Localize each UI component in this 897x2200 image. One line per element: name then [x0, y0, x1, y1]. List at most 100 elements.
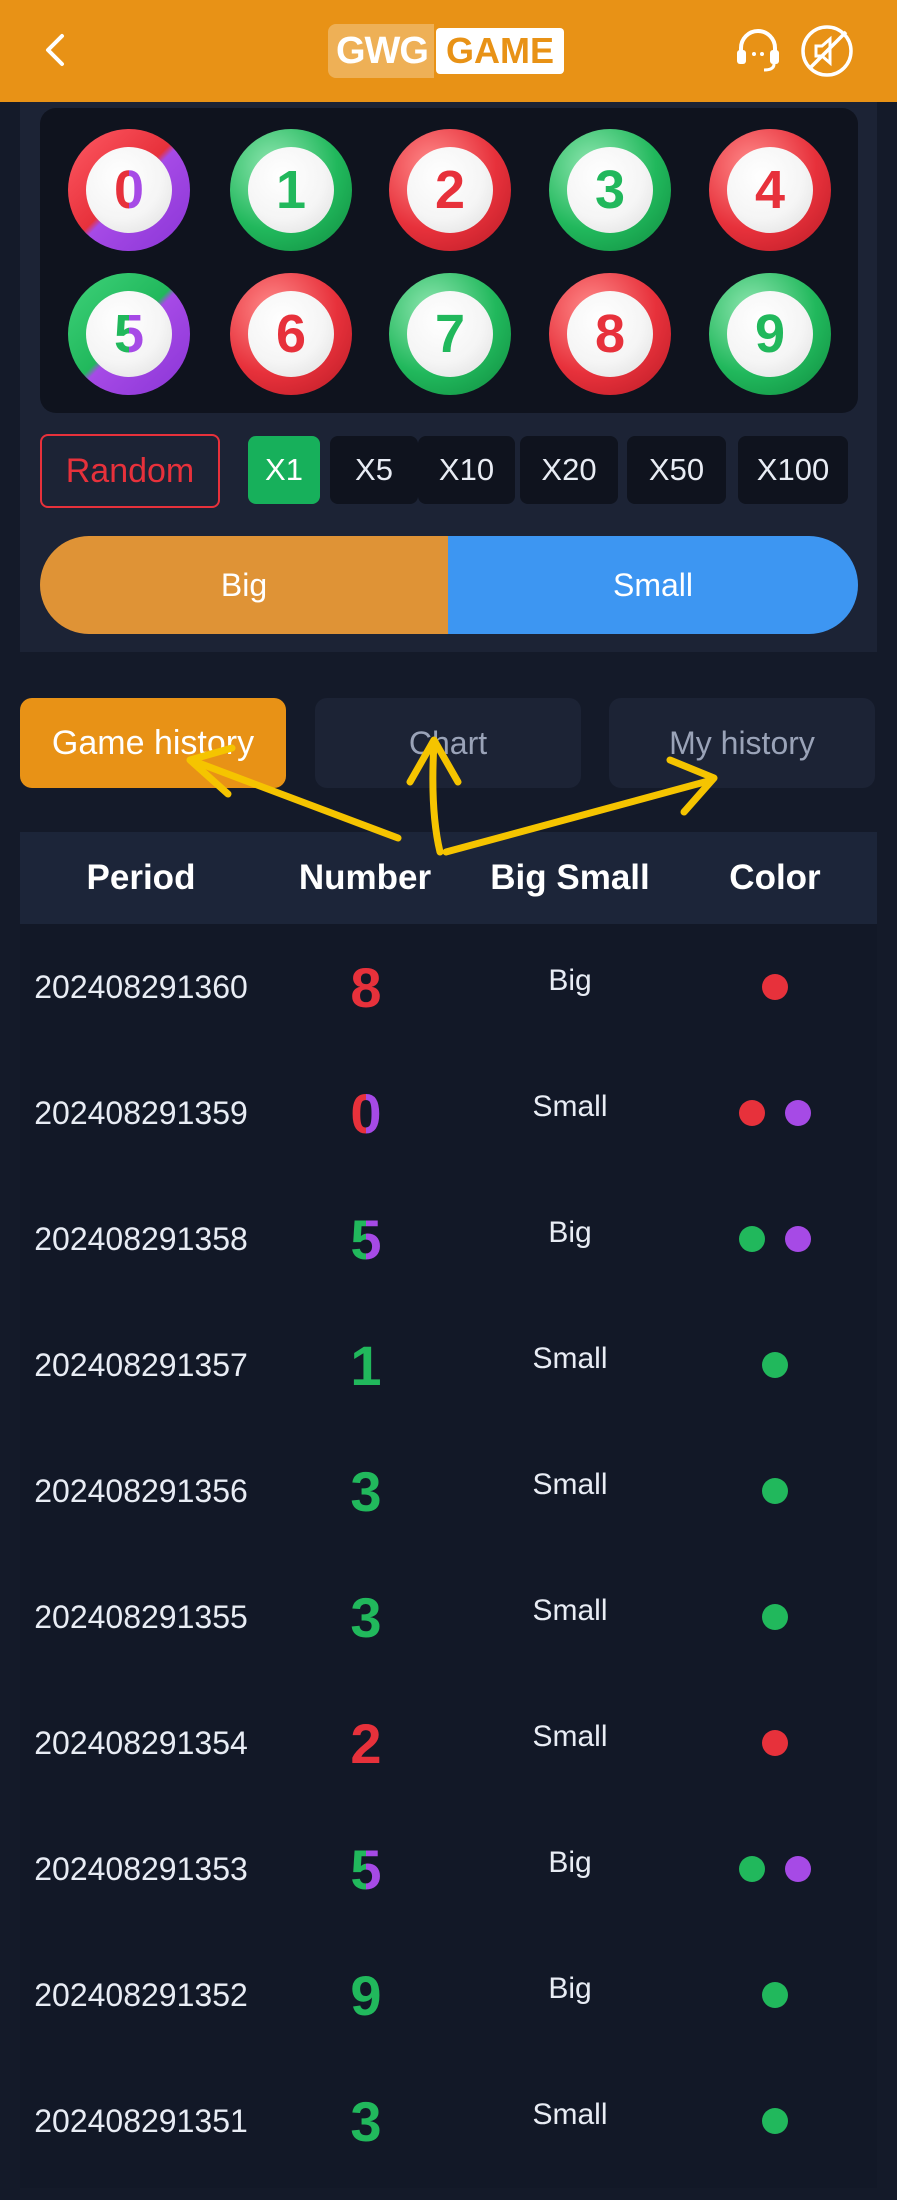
big-small-cell: Small — [532, 1342, 608, 1375]
result-number: 2 — [350, 1711, 382, 1775]
period-cell: 202408291360 — [34, 968, 248, 1005]
number-ball-8[interactable]: 8 — [549, 273, 671, 395]
result-number: 9 — [350, 1963, 382, 2027]
color-cell — [690, 924, 860, 1050]
result-number: 3 — [350, 1585, 382, 1649]
period-cell: 202408291353 — [34, 1850, 248, 1887]
number-cell: 5 — [286, 1176, 446, 1302]
app-logo: GWG GAME — [328, 24, 568, 78]
big-small-cell: Big — [548, 1216, 592, 1249]
number-cell: 0 — [286, 1050, 446, 1176]
table-row: 202408291358 5 Big — [20, 1176, 877, 1302]
red-dot — [762, 1730, 788, 1756]
logo-word: GAME — [435, 28, 564, 74]
ball-number: 9 — [754, 304, 786, 364]
table-header: Period Number Big Small Color — [20, 832, 877, 924]
color-cell — [690, 1176, 860, 1302]
table-row: 202408291357 1 Small — [20, 1302, 877, 1428]
color-cell — [690, 1806, 860, 1932]
table-row: 202408291352 9 Big — [20, 1932, 877, 2058]
green-dot — [762, 1604, 788, 1630]
tab-my-history[interactable]: My history — [609, 698, 875, 788]
headset-icon[interactable] — [732, 24, 784, 76]
number-cell: 3 — [286, 2058, 446, 2184]
big-small-cell: Small — [532, 1594, 608, 1627]
green-dot — [739, 1856, 765, 1882]
number-cell: 3 — [286, 1554, 446, 1680]
multiplier-x5-button[interactable]: X5 — [330, 436, 418, 504]
big-small-cell: Small — [532, 1090, 608, 1123]
multiplier-x50-button[interactable]: X50 — [627, 436, 726, 504]
big-button[interactable]: Big — [40, 536, 448, 634]
sound-off-icon[interactable] — [798, 22, 856, 80]
color-cell — [690, 1554, 860, 1680]
number-ball-9[interactable]: 9 — [709, 273, 831, 395]
multiplier-x1-button[interactable]: X1 — [248, 436, 320, 504]
color-cell — [690, 1428, 860, 1554]
number-ball-6[interactable]: 6 — [230, 273, 352, 395]
table-row: 202408291356 3 Small — [20, 1428, 877, 1554]
period-cell: 202408291359 — [34, 1094, 248, 1131]
ball-number: 3 — [594, 160, 626, 220]
top-bar: GWG GAME — [0, 0, 897, 102]
big-small-cell: Big — [548, 1972, 592, 2005]
ball-number: 7 — [434, 304, 466, 364]
number-cell: 9 — [286, 1932, 446, 2058]
color-cell — [690, 1302, 860, 1428]
green-dot — [762, 1352, 788, 1378]
violet-dot — [785, 1226, 811, 1252]
big-small-cell: Small — [532, 2098, 608, 2131]
number-ball-2[interactable]: 2 — [389, 129, 511, 251]
result-number: 5 — [350, 1837, 382, 1901]
red-dot — [739, 1100, 765, 1126]
number-cell: 1 — [286, 1302, 446, 1428]
small-button[interactable]: Small — [448, 536, 858, 634]
period-cell: 202408291358 — [34, 1220, 248, 1257]
number-cell: 2 — [286, 1680, 446, 1806]
big-small-bar: Big Small — [40, 536, 858, 634]
table-row: 202408291351 3 Small — [20, 2058, 877, 2184]
result-number: 0 — [350, 1081, 382, 1145]
table-row: 202408291360 8 Big — [20, 924, 877, 1050]
header-number: Number — [298, 858, 432, 897]
result-number: 8 — [350, 955, 382, 1019]
ball-number: 5 — [113, 304, 145, 364]
table-row: 202408291355 3 Small — [20, 1554, 877, 1680]
ball-number: 4 — [754, 160, 786, 220]
result-number: 3 — [350, 2089, 382, 2153]
big-small-cell: Big — [548, 1846, 592, 1879]
number-ball-4[interactable]: 4 — [709, 129, 831, 251]
header-big-small: Big Small — [490, 858, 650, 897]
number-ball-0[interactable]: 0 — [68, 129, 190, 251]
tab-game-history[interactable]: Game history — [20, 698, 286, 788]
multiplier-x10-button[interactable]: X10 — [418, 436, 515, 504]
number-ball-1[interactable]: 1 — [230, 129, 352, 251]
tab-chart[interactable]: Chart — [315, 698, 581, 788]
ball-number: 8 — [594, 304, 626, 364]
period-cell: 202408291351 — [34, 2102, 248, 2139]
multiplier-x100-button[interactable]: X100 — [738, 436, 848, 504]
result-number: 3 — [350, 1459, 382, 1523]
ball-number: 0 — [113, 160, 145, 220]
color-cell — [690, 1680, 860, 1806]
color-cell — [690, 2058, 860, 2184]
table-row: 202408291359 0 Small — [20, 1050, 877, 1176]
green-dot — [762, 1982, 788, 2008]
big-small-cell: Small — [532, 1468, 608, 1501]
color-cell — [690, 1932, 860, 2058]
ball-number: 1 — [275, 160, 307, 220]
table-row: 202408291353 5 Big — [20, 1806, 877, 1932]
result-number: 1 — [350, 1333, 382, 1397]
big-small-cell: Big — [548, 964, 592, 997]
multiplier-x20-button[interactable]: X20 — [520, 436, 618, 504]
number-ball-7[interactable]: 7 — [389, 273, 511, 395]
period-cell: 202408291355 — [34, 1598, 248, 1635]
logo-mark: GWG — [328, 24, 434, 78]
number-ball-5[interactable]: 5 — [68, 273, 190, 395]
back-arrow-icon[interactable] — [36, 30, 76, 70]
big-small-cell: Small — [532, 1720, 608, 1753]
violet-dot — [785, 1100, 811, 1126]
random-button[interactable]: Random — [40, 434, 220, 508]
violet-dot — [785, 1856, 811, 1882]
number-ball-3[interactable]: 3 — [549, 129, 671, 251]
